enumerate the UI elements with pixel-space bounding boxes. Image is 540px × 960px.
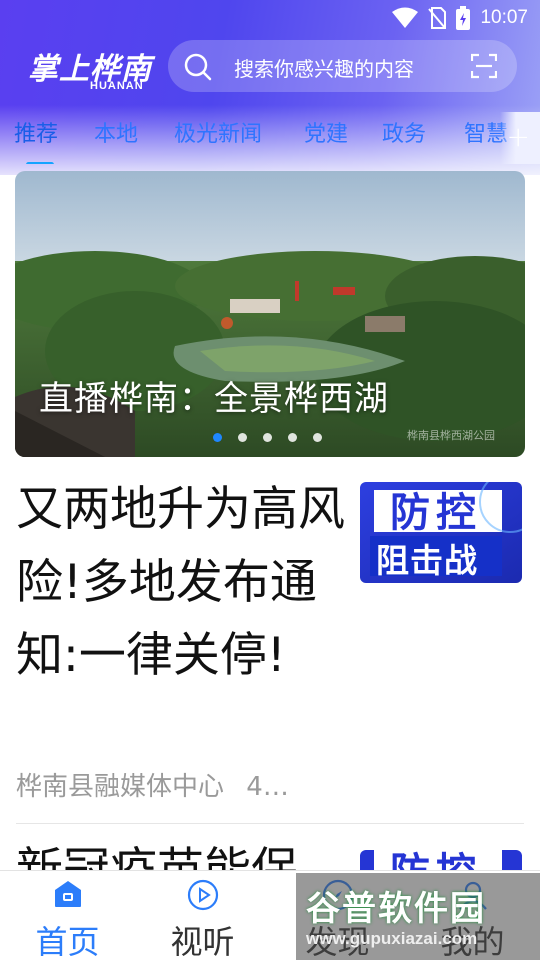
site-watermark: 谷普软件园 www.gupuxiazai.com <box>296 873 540 960</box>
play-icon <box>187 879 218 911</box>
article-time: 4… <box>246 772 289 802</box>
site-watermark-url: www.gupuxiazai.com <box>306 929 478 948</box>
carousel-dots <box>213 433 322 442</box>
nav-home[interactable]: 首页 <box>0 871 135 960</box>
article-title[interactable]: 又两地升为高风险!多地发布通知:一律关停! <box>16 473 346 692</box>
tab-local[interactable]: 本地 <box>94 116 138 148</box>
thumbnail-text-top: 防控 <box>390 490 482 536</box>
tab-party-building[interactable]: 党建 <box>304 116 348 148</box>
carousel-dot[interactable] <box>288 433 297 442</box>
search-bar[interactable]: 搜索你感兴趣的内容 <box>168 40 517 92</box>
thumbnail-text-bottom: 阻击战 <box>376 541 478 580</box>
scan-icon[interactable] <box>471 53 497 79</box>
no-sim-icon <box>428 7 447 29</box>
carousel-dot[interactable] <box>313 433 322 442</box>
add-tab-button[interactable]: + <box>500 112 540 164</box>
banner-carousel[interactable]: 直播桦南：全景桦西湖 桦南县桦西湖公园 <box>15 171 525 457</box>
banner-caption: 桦南县桦西湖公园 <box>407 429 495 442</box>
carousel-dot[interactable] <box>213 433 222 442</box>
category-tabs: 推荐 本地 极光新闻 党建 政务 智慧 + <box>0 112 540 164</box>
tab-aurora-news[interactable]: 极光新闻 <box>174 116 262 148</box>
status-time: 10:07 <box>480 7 528 28</box>
status-bar: 10:07 <box>0 0 540 36</box>
battery-icon <box>456 6 471 30</box>
tab-recommend[interactable]: 推荐 <box>14 116 58 148</box>
article-thumbnail[interactable]: 防控 阻击战 <box>360 482 522 583</box>
search-icon <box>184 53 212 81</box>
article-meta: 桦南县融媒体中心 4… <box>16 766 289 803</box>
app-logo: 掌上桦南 HUANAN <box>28 44 152 94</box>
banner-title: 直播桦南：全景桦西湖 <box>39 379 389 419</box>
list-divider <box>16 823 524 824</box>
nav-audio-video[interactable]: 视听 <box>135 871 270 960</box>
plus-icon: + <box>506 120 530 153</box>
carousel-dot[interactable] <box>263 433 272 442</box>
nav-audio-video-label: 视听 <box>170 923 235 960</box>
carousel-dot[interactable] <box>238 433 247 442</box>
site-watermark-title: 谷普软件园 <box>306 889 486 929</box>
tab-government[interactable]: 政务 <box>382 116 426 148</box>
app-logo-subtext: HUANAN <box>90 80 144 92</box>
wifi-icon <box>392 7 419 28</box>
tab-active-indicator <box>26 162 54 164</box>
nav-home-label: 首页 <box>35 923 100 960</box>
search-placeholder: 搜索你感兴趣的内容 <box>234 57 414 81</box>
article-source: 桦南县融媒体中心 <box>16 772 225 802</box>
home-icon <box>54 881 81 907</box>
